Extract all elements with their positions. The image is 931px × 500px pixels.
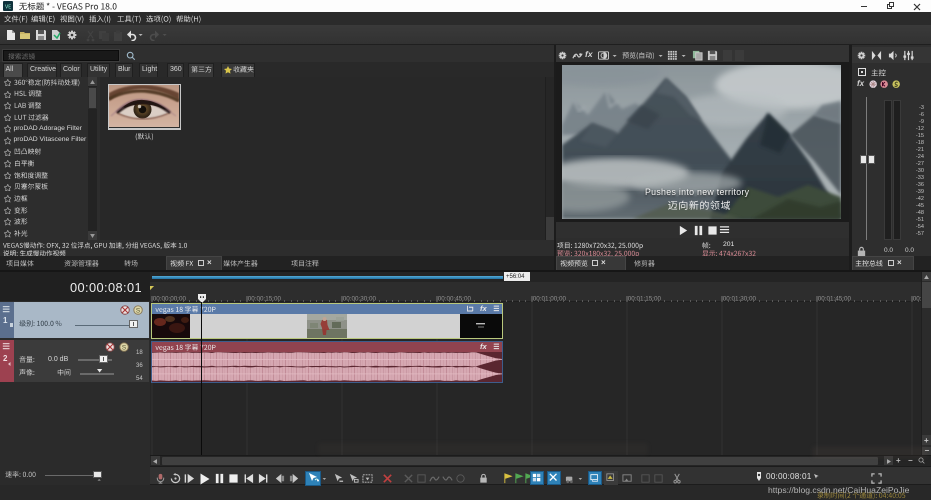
svg-text:-3: -3: [919, 105, 924, 111]
svg-text:S: S: [122, 344, 126, 351]
svg-text:-21: -21: [916, 147, 924, 153]
svg-text:00:01:15:00: 00:01:15:00: [628, 295, 662, 302]
svg-text:00:00:30:00: 00:00:30:00: [343, 295, 377, 302]
svg-text:-51: -51: [916, 217, 924, 223]
svg-text:00:01:00:00: 00:01:00:00: [533, 295, 567, 302]
svg-text:-36: -36: [916, 182, 924, 188]
svg-text:-33: -33: [916, 175, 924, 181]
svg-text:00:01:30:00: 00:01:30:00: [723, 295, 757, 302]
svg-text:00:0: 00:0: [913, 295, 921, 302]
svg-text:-45: -45: [916, 203, 924, 209]
svg-text:00:00:00:00: 00:00:00:00: [153, 295, 187, 302]
svg-text:00:00:45:00: 00:00:45:00: [438, 295, 472, 302]
svg-text:-54: -54: [916, 224, 924, 230]
svg-text:-30: -30: [916, 168, 924, 174]
svg-text:S: S: [136, 307, 140, 314]
svg-text:-24: -24: [916, 154, 924, 160]
svg-text:-57: -57: [916, 231, 924, 237]
svg-text:-15: -15: [916, 133, 924, 139]
svg-text:-42: -42: [916, 196, 924, 202]
svg-text:-12: -12: [916, 126, 924, 132]
svg-text:-18: -18: [916, 140, 924, 146]
svg-text:00:01:45:00: 00:01:45:00: [818, 295, 852, 302]
svg-text:-27: -27: [916, 161, 924, 167]
svg-text:-48: -48: [916, 210, 924, 216]
svg-text:-9: -9: [919, 119, 924, 125]
svg-text:-39: -39: [916, 189, 924, 195]
svg-text:-6: -6: [919, 112, 924, 118]
svg-text:00:00:15:00: 00:00:15:00: [248, 295, 282, 302]
